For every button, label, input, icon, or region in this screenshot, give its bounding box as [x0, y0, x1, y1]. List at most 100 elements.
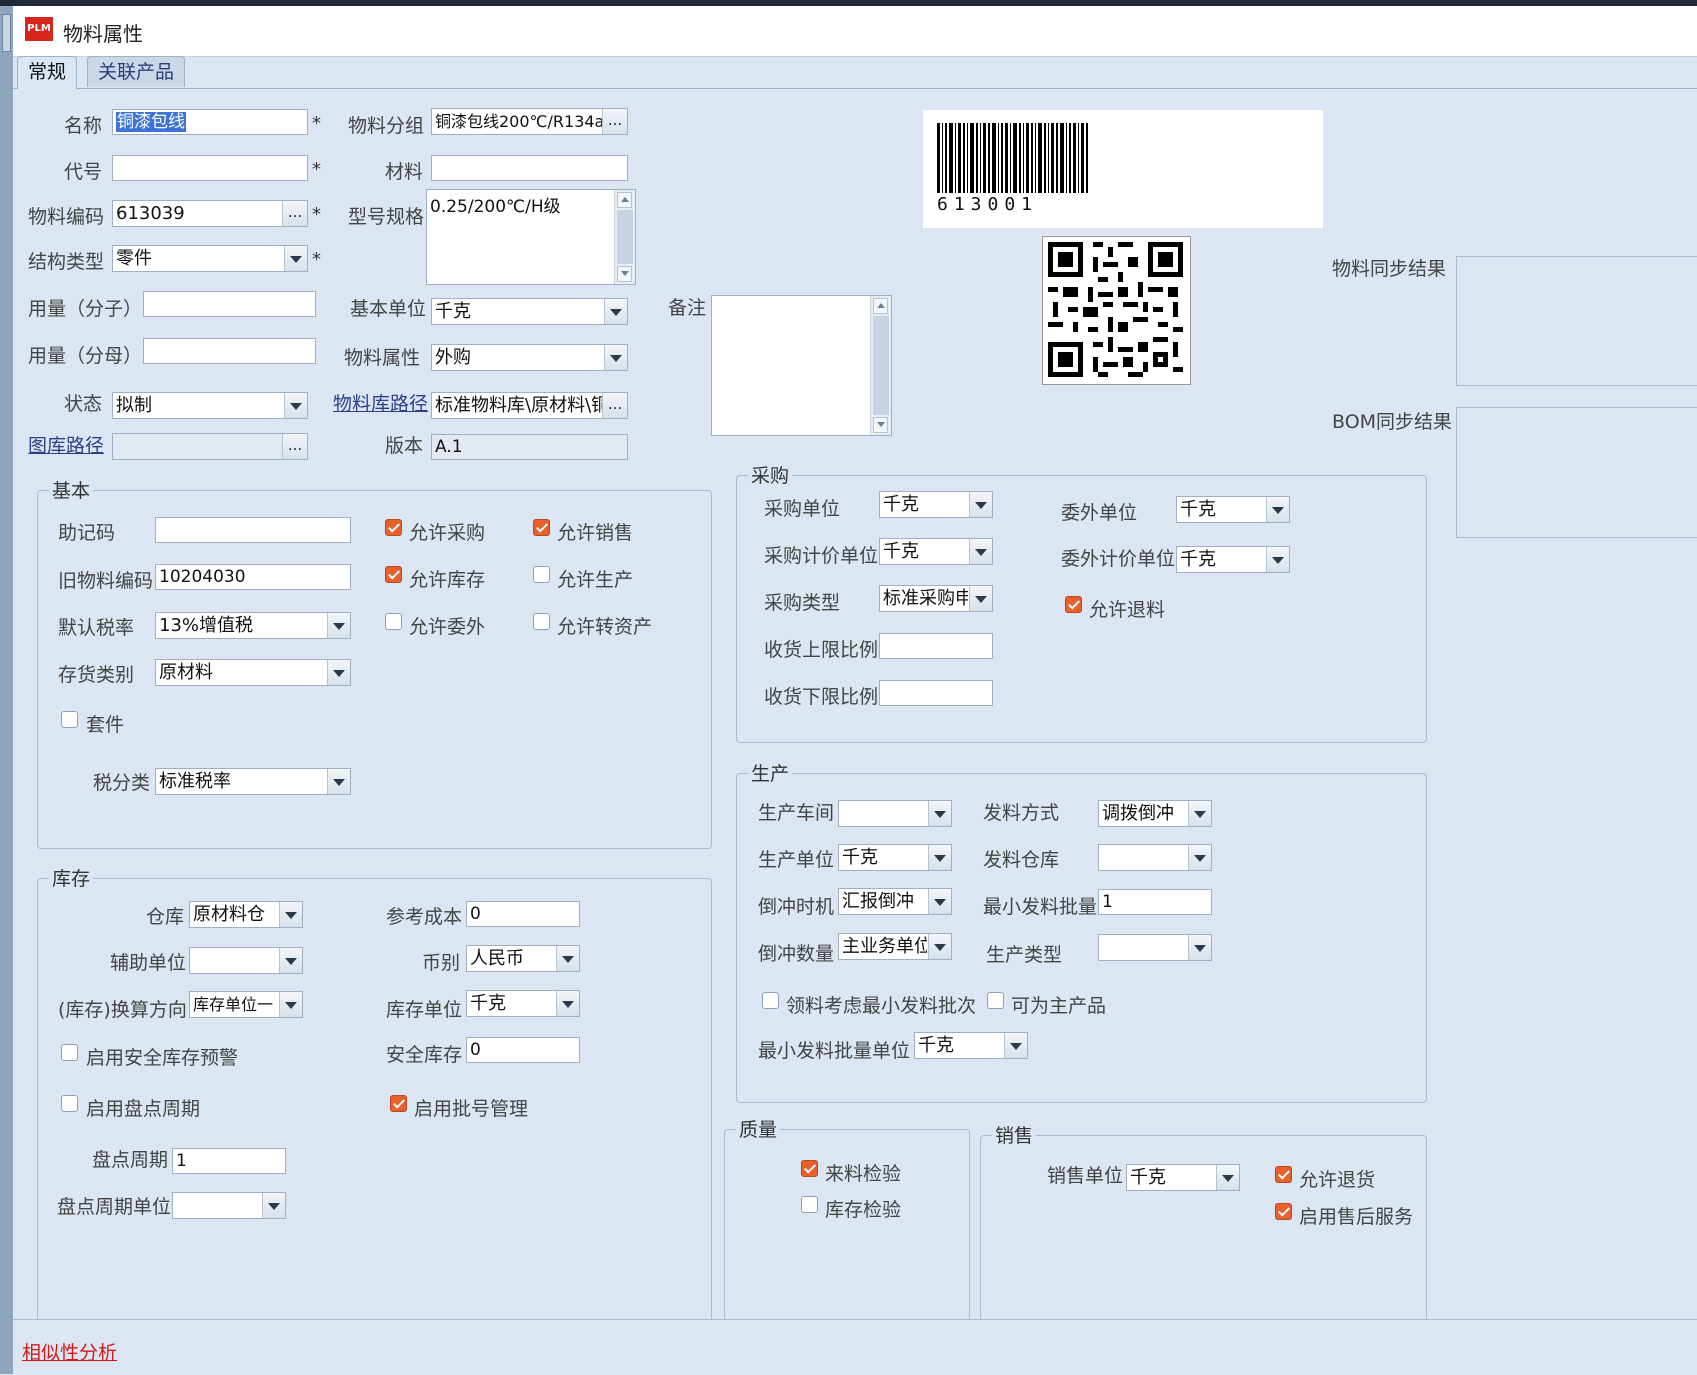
chevron-down-icon[interactable]: [279, 902, 302, 927]
chevron-down-icon[interactable]: [327, 769, 350, 794]
warehouse-select[interactable]: 原材料仓: [189, 901, 303, 928]
chevron-down-icon[interactable]: [327, 660, 350, 685]
remark-textarea[interactable]: [711, 295, 892, 436]
consider-min-batch-checkbox[interactable]: [762, 992, 779, 1009]
chevron-down-icon[interactable]: [1266, 497, 1289, 522]
chevron-down-icon[interactable]: [279, 948, 302, 973]
chevron-down-icon[interactable]: [928, 845, 951, 870]
chevron-down-icon[interactable]: [928, 801, 951, 826]
workshop-select[interactable]: [838, 800, 952, 827]
allow-asset-checkbox[interactable]: [533, 613, 550, 630]
chevron-down-icon[interactable]: [1188, 845, 1211, 870]
lib-path-link[interactable]: 物料库路径: [333, 389, 428, 416]
ref-cost-input[interactable]: 0: [466, 901, 580, 927]
stock-inspection-checkbox[interactable]: [801, 1196, 818, 1213]
drawing-path-link[interactable]: 图库路径: [28, 431, 104, 458]
material-code-input[interactable]: 613039...: [112, 200, 308, 227]
allow-return-goods-checkbox[interactable]: [1275, 1166, 1292, 1183]
issue-method-select[interactable]: 调拨倒冲: [1098, 800, 1212, 827]
outsource-unit-select[interactable]: 千克: [1176, 496, 1290, 523]
conv-dir-select[interactable]: 库存单位一: [189, 991, 303, 1018]
chevron-down-icon[interactable]: [1188, 801, 1211, 826]
scroll-down-icon[interactable]: [617, 266, 632, 282]
lib-path-input[interactable]: 标准物料库\原材料\铜...: [431, 392, 628, 419]
chevron-down-icon[interactable]: [1004, 1033, 1027, 1058]
scrollbar[interactable]: [614, 190, 635, 284]
chevron-down-icon[interactable]: [928, 934, 951, 959]
production-type-select[interactable]: [1098, 934, 1212, 961]
inv-cat-select[interactable]: 原材料: [155, 659, 351, 686]
spec-textarea[interactable]: 0.25/200℃/H级: [426, 189, 636, 285]
ellipsis-button[interactable]: ...: [602, 109, 627, 134]
old-code-input[interactable]: 10204030: [155, 564, 351, 590]
chevron-down-icon[interactable]: [1188, 935, 1211, 960]
chevron-down-icon[interactable]: [969, 586, 992, 611]
tax-class-select[interactable]: 标准税率: [155, 768, 351, 795]
receive-lower-input[interactable]: [879, 680, 993, 706]
allow-return-material-checkbox[interactable]: [1065, 596, 1082, 613]
chevron-down-icon[interactable]: [327, 613, 350, 638]
qty-numerator-input[interactable]: [143, 291, 316, 317]
base-unit-select[interactable]: 千克: [431, 298, 628, 325]
ellipsis-button[interactable]: ...: [282, 434, 307, 459]
outsource-price-unit-select[interactable]: 千克: [1176, 546, 1290, 573]
chevron-down-icon[interactable]: [604, 299, 627, 324]
kit-checkbox[interactable]: [61, 711, 78, 728]
receive-upper-input[interactable]: [879, 633, 993, 659]
allow-outsource-checkbox[interactable]: [385, 613, 402, 630]
ellipsis-button[interactable]: ...: [602, 393, 627, 418]
stock-unit-select[interactable]: 千克: [466, 990, 580, 1017]
scroll-down-icon[interactable]: [873, 417, 888, 433]
tab-general[interactable]: 常规: [17, 56, 78, 89]
scroll-thumb[interactable]: [873, 316, 889, 415]
scroll-thumb[interactable]: [617, 210, 633, 264]
attr-select[interactable]: 外购: [431, 344, 628, 371]
ellipsis-button[interactable]: ...: [282, 201, 307, 226]
chevron-down-icon[interactable]: [279, 992, 302, 1017]
after-sales-checkbox[interactable]: [1275, 1203, 1292, 1220]
code-input[interactable]: [112, 155, 308, 181]
batch-mgmt-checkbox[interactable]: [390, 1095, 407, 1112]
version-input[interactable]: A.1: [431, 434, 628, 460]
mnemonic-input[interactable]: [155, 517, 351, 543]
material-input[interactable]: [431, 155, 628, 181]
chevron-down-icon[interactable]: [1216, 1165, 1239, 1190]
similarity-analysis-link[interactable]: 相似性分析: [22, 1338, 117, 1365]
tab-related-products[interactable]: 关联产品: [87, 56, 186, 87]
chevron-down-icon[interactable]: [928, 889, 951, 914]
purchase-type-select[interactable]: 标准采购申: [879, 585, 993, 612]
chevron-down-icon[interactable]: [556, 991, 579, 1016]
drawing-path-input[interactable]: ...: [112, 433, 308, 460]
allow-produce-checkbox[interactable]: [533, 566, 550, 583]
chevron-down-icon[interactable]: [969, 492, 992, 517]
incoming-inspection-checkbox[interactable]: [801, 1160, 818, 1177]
purchase-price-unit-select[interactable]: 千克: [879, 538, 993, 565]
chevron-down-icon[interactable]: [969, 539, 992, 564]
count-cycle-input[interactable]: 1: [172, 1148, 286, 1174]
name-input[interactable]: 铜漆包线: [112, 109, 308, 135]
chevron-down-icon[interactable]: [284, 246, 307, 271]
group-input[interactable]: 铜漆包线200℃/R134a...: [431, 108, 628, 135]
count-cycle-unit-select[interactable]: [172, 1192, 286, 1219]
safety-stock-input[interactable]: 0: [466, 1037, 580, 1063]
purchase-unit-select[interactable]: 千克: [879, 491, 993, 518]
min-issue-input[interactable]: 1: [1098, 889, 1212, 915]
count-cycle-checkbox[interactable]: [61, 1095, 78, 1112]
sales-unit-select[interactable]: 千克: [1126, 1164, 1240, 1191]
min-issue-unit-select[interactable]: 千克: [914, 1032, 1028, 1059]
chevron-down-icon[interactable]: [1266, 547, 1289, 572]
status-select[interactable]: 拟制: [112, 392, 308, 419]
chevron-down-icon[interactable]: [604, 345, 627, 370]
scroll-up-icon[interactable]: [617, 192, 632, 208]
chevron-down-icon[interactable]: [284, 393, 307, 418]
chevron-down-icon[interactable]: [262, 1193, 285, 1218]
scroll-up-icon[interactable]: [873, 298, 888, 314]
allow-purchase-checkbox[interactable]: [385, 519, 402, 536]
currency-select[interactable]: 人民币: [466, 945, 580, 972]
safety-warn-checkbox[interactable]: [61, 1044, 78, 1061]
tax-rate-select[interactable]: 13%增值税: [155, 612, 351, 639]
production-unit-select[interactable]: 千克: [838, 844, 952, 871]
chevron-down-icon[interactable]: [556, 946, 579, 971]
issue-warehouse-select[interactable]: [1098, 844, 1212, 871]
allow-sale-checkbox[interactable]: [533, 519, 550, 536]
